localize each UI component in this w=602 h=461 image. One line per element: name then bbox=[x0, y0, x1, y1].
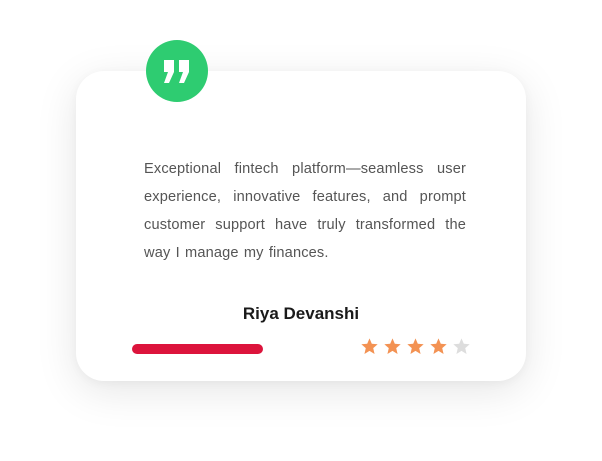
star-filled-icon bbox=[430, 338, 447, 354]
quote-icon bbox=[164, 60, 189, 83]
star-rating bbox=[360, 337, 471, 359]
quote-badge bbox=[146, 40, 208, 102]
star-filled-icon bbox=[407, 338, 424, 354]
star-empty-icon bbox=[453, 338, 470, 354]
accent-bar bbox=[132, 344, 263, 354]
star-filled-icon bbox=[384, 338, 401, 354]
testimonial-text: Exceptional fintech platform—seamless us… bbox=[144, 161, 466, 261]
author-name: Riya Devanshi bbox=[242, 304, 360, 323]
star-filled-icon bbox=[361, 338, 378, 354]
